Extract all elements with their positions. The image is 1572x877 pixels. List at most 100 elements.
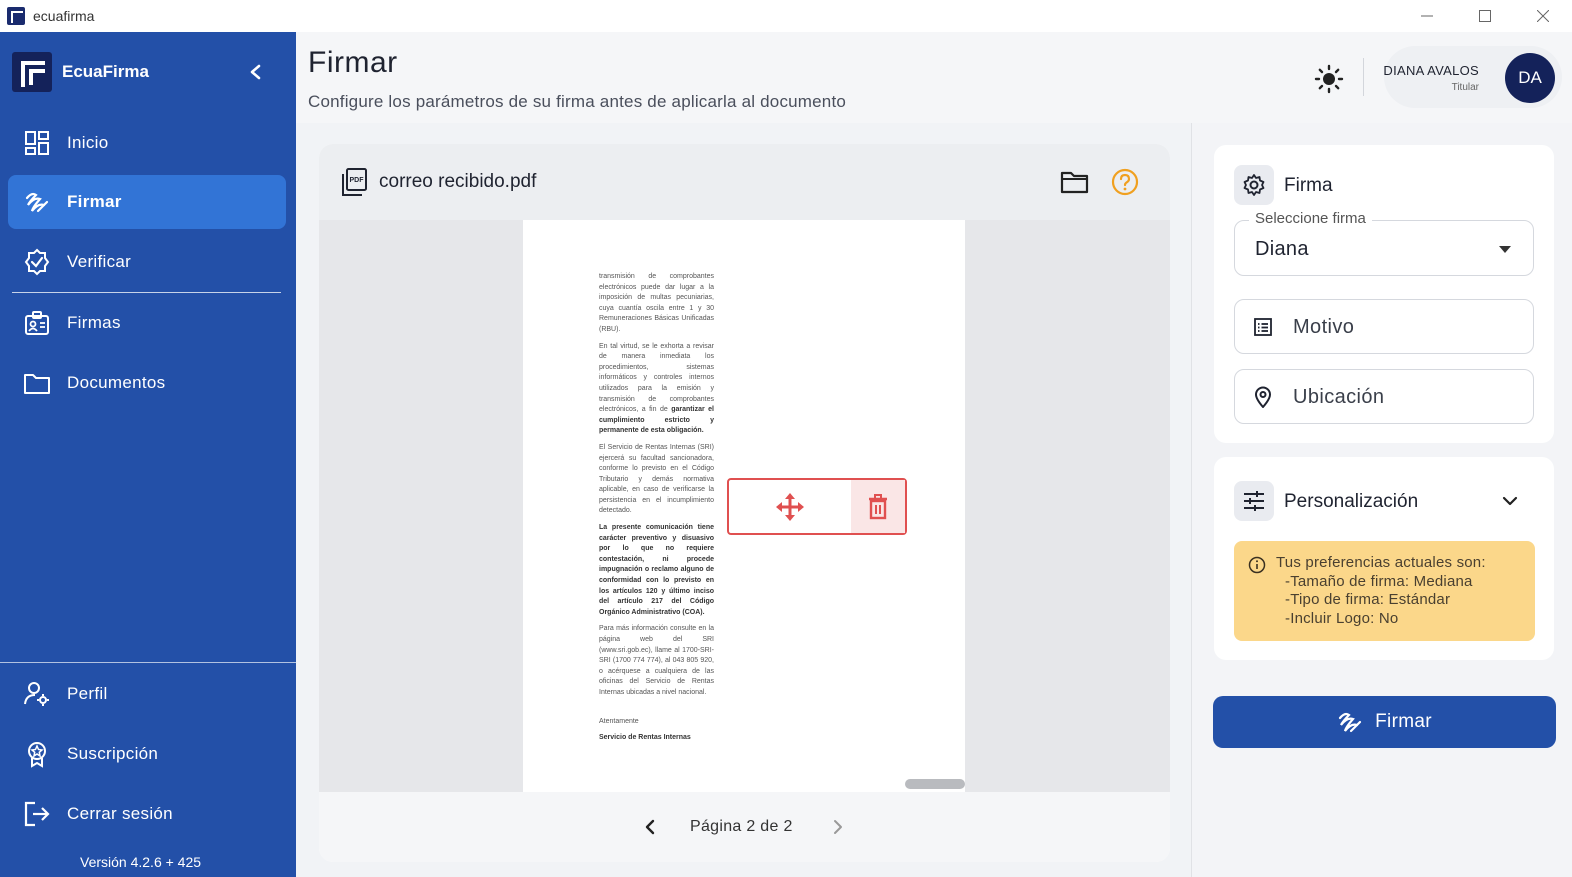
preferences-notice: Tus preferencias actuales son: -Tamaño d…: [1234, 541, 1535, 641]
sign-document-button[interactable]: Firmar: [1213, 696, 1556, 748]
ubicacion-input[interactable]: [1293, 380, 1513, 414]
pdf-closing: Atentamente: [599, 717, 639, 725]
sun-icon: [1314, 64, 1344, 94]
sidebar-item-label: Verificar: [67, 252, 132, 271]
folder-icon: [23, 369, 51, 397]
firma-card: Firma Seleccione firma Diana: [1214, 145, 1554, 443]
chevron-left-icon: [645, 819, 655, 835]
close-icon: [1537, 10, 1549, 22]
pdf-text-run: En tal virtud, se le exhorta a revisar d…: [599, 342, 714, 414]
close-window-button[interactable]: [1514, 0, 1572, 32]
window-title: ecuafirma: [33, 8, 95, 24]
app-version: Versión 4.2.6 + 425: [80, 854, 202, 870]
preference-line: -Tamaño de firma: Mediana: [1285, 572, 1473, 590]
next-page-button[interactable]: [827, 816, 849, 838]
sidebar: EcuaFirma Inicio Firmar Verificar Firmas…: [0, 32, 296, 877]
sidebar-item-label: Inicio: [67, 133, 109, 152]
card-icon-box: [1234, 481, 1274, 521]
preferences-text: Tus preferencias actuales son: -Tamaño d…: [1276, 554, 1486, 628]
preference-line: -Tipo de firma: Estándar: [1285, 591, 1451, 608]
pdf-paragraph: En tal virtud, se le exhorta a revisar d…: [599, 342, 714, 437]
list-icon: [1251, 315, 1275, 339]
open-file-button[interactable]: [1060, 168, 1090, 196]
page-subtitle: Configure los parámetros de su firma ant…: [308, 92, 847, 111]
window-controls: [1398, 0, 1572, 32]
signature-icon: [1339, 712, 1362, 733]
sidebar-item-firmar[interactable]: Firmar: [8, 175, 286, 229]
ubicacion-field[interactable]: [1234, 369, 1534, 424]
document-header: PDF correo recibido.pdf: [319, 144, 1170, 220]
sidebar-item-label: Cerrar sesión: [67, 804, 173, 823]
document-card: PDF correo recibido.pdf transmisión de c…: [319, 144, 1170, 862]
dashboard-icon: [23, 129, 51, 157]
collapse-sidebar-button[interactable]: [244, 60, 268, 84]
chevron-right-icon: [834, 820, 842, 834]
pdf-paragraph: Para más información consulte en la pági…: [599, 625, 714, 696]
sidebar-item-perfil[interactable]: Perfil: [8, 667, 286, 721]
brand: EcuaFirma: [12, 52, 149, 92]
expand-personalizacion-button[interactable]: [1498, 489, 1522, 513]
award-icon: [23, 740, 51, 768]
caret-down-icon: [1499, 246, 1511, 253]
minimize-icon: [1421, 15, 1433, 17]
info-icon: [1248, 556, 1266, 574]
window-titlebar: ecuafirma: [0, 0, 1572, 32]
maximize-icon: [1479, 10, 1491, 22]
page-indicator: Página 2 de 2: [690, 818, 793, 835]
minimize-button[interactable]: [1398, 0, 1456, 32]
signature-icon: [23, 188, 51, 216]
signature-select[interactable]: Seleccione firma Diana: [1234, 210, 1534, 276]
move-signature-handle[interactable]: [729, 480, 851, 533]
signature-select-value: Diana: [1255, 238, 1309, 260]
sidebar-item-documentos[interactable]: Documentos: [8, 356, 286, 410]
motivo-input[interactable]: [1293, 310, 1513, 344]
sliders-icon: [1244, 491, 1264, 511]
sidebar-item-label: Firmar: [67, 192, 122, 211]
app-icon: [7, 7, 25, 25]
location-pin-icon: [1251, 385, 1275, 409]
sidebar-item-verificar[interactable]: Verificar: [8, 235, 286, 289]
motivo-field[interactable]: [1234, 299, 1534, 354]
personalizacion-title: Personalización: [1284, 491, 1419, 512]
sign-button-label: Firmar: [1375, 711, 1432, 732]
signature-select-label: Seleccione firma: [1249, 210, 1372, 227]
avatar[interactable]: DA: [1505, 53, 1555, 103]
pdf-paragraph: transmisión de comprobantes electrónicos…: [599, 273, 714, 333]
sidebar-item-firmas[interactable]: Firmas: [8, 296, 286, 350]
horizontal-scrollbar[interactable]: [905, 779, 965, 789]
chevron-left-icon: [250, 64, 261, 80]
svg-text:PDF: PDF: [350, 177, 365, 184]
header-separator: [1363, 58, 1364, 96]
user-role: Titular: [1451, 82, 1479, 93]
signature-placement-box[interactable]: [727, 478, 907, 535]
page-title: Firmar: [308, 46, 398, 79]
pdf-signatory: Servicio de Rentas Internas: [599, 734, 691, 742]
page-header: Firmar Configure los parámetros de su fi…: [296, 32, 1572, 123]
sidebar-item-label: Documentos: [67, 373, 166, 392]
brand-logo: [12, 52, 52, 92]
maximize-button[interactable]: [1456, 0, 1514, 32]
signature-settings-panel: Firma Seleccione firma Diana Personaliza…: [1191, 123, 1572, 877]
help-button[interactable]: [1111, 168, 1139, 196]
pdf-file-icon: PDF: [342, 168, 367, 196]
sidebar-item-suscripcion[interactable]: Suscripción: [8, 727, 286, 781]
trash-icon: [869, 493, 887, 519]
sidebar-item-inicio[interactable]: Inicio: [8, 116, 286, 170]
sidebar-item-cerrar-sesion[interactable]: Cerrar sesión: [8, 787, 286, 841]
theme-toggle-button[interactable]: [1312, 62, 1346, 96]
brand-name: EcuaFirma: [62, 62, 149, 81]
delete-signature-button[interactable]: [851, 480, 905, 533]
pdf-viewer[interactable]: transmisión de comprobantes electrónicos…: [319, 220, 1170, 792]
pdf-paragraph: El Servicio de Rentas Internas (SRI) eje…: [599, 443, 714, 515]
user-settings-icon: [23, 680, 51, 708]
sidebar-item-label: Firmas: [67, 313, 121, 332]
previous-page-button[interactable]: [639, 816, 661, 838]
move-arrows-icon: [776, 492, 804, 521]
firma-card-title: Firma: [1284, 175, 1333, 196]
folder-icon: [1060, 171, 1089, 194]
user-name: DIANA AVALOS: [1383, 63, 1479, 78]
preferences-intro: Tus preferencias actuales son:: [1276, 554, 1486, 571]
verified-badge-icon: [23, 248, 51, 276]
personalizacion-card: Personalización Tus preferencias actuale…: [1214, 457, 1554, 660]
pdf-paragraph: La presente comunicación tiene carácter …: [599, 524, 714, 616]
